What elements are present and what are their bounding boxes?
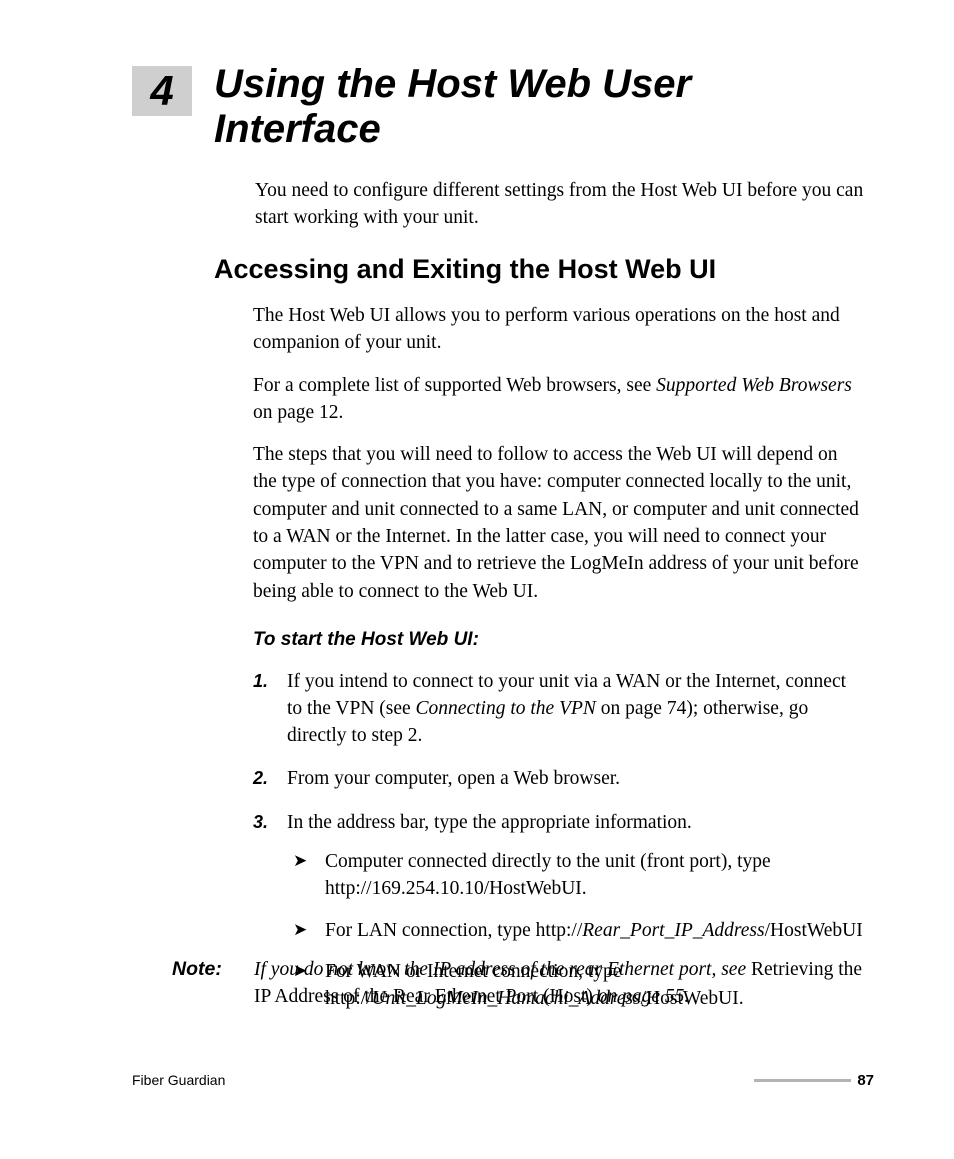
bullet-item: Computer connected directly to the unit … xyxy=(287,848,865,903)
step-item: From your computer, open a Web browser. xyxy=(253,765,865,792)
text-run: on page 55. xyxy=(593,986,689,1007)
note-body: If you do not know the IP address of the… xyxy=(254,956,866,1011)
intro-paragraph: You need to configure different settings… xyxy=(255,177,865,232)
cross-reference: Supported Web Browsers xyxy=(656,375,852,396)
step-item: If you intend to connect to your unit vi… xyxy=(253,668,865,750)
cross-reference: Connecting to the VPN xyxy=(416,698,596,719)
text-run: /HostWebUI xyxy=(765,920,863,941)
section-heading: Accessing and Exiting the Host Web UI xyxy=(214,253,864,285)
chapter-title: Using the Host Web User Interface xyxy=(214,62,854,152)
chapter-number-badge: 4 xyxy=(132,66,192,116)
note-label: Note: xyxy=(172,956,250,983)
text-run: In the address bar, type the appropriate… xyxy=(287,812,692,833)
footer-page-number: 87 xyxy=(851,1072,874,1089)
bullet-item: For LAN connection, type http://Rear_Por… xyxy=(287,917,865,944)
paragraph: The Host Web UI allows you to perform va… xyxy=(253,302,865,357)
text-run: on page 12. xyxy=(253,402,343,423)
footer-product-name: Fiber Guardian xyxy=(132,1072,225,1088)
body-text: The Host Web UI allows you to perform va… xyxy=(253,302,865,1029)
procedure-title: To start the Host Web UI: xyxy=(253,627,865,654)
text-run: If you do not know the IP address of the… xyxy=(254,959,751,980)
paragraph: For a complete list of supported Web bro… xyxy=(253,372,865,427)
paragraph: The steps that you will need to follow t… xyxy=(253,441,865,605)
variable-text: Rear_Port_IP_Address xyxy=(582,920,764,941)
note-block: Note: If you do not know the IP address … xyxy=(172,956,866,1011)
text-run: For LAN connection, type http:// xyxy=(325,920,582,941)
text-run: For a complete list of supported Web bro… xyxy=(253,375,656,396)
